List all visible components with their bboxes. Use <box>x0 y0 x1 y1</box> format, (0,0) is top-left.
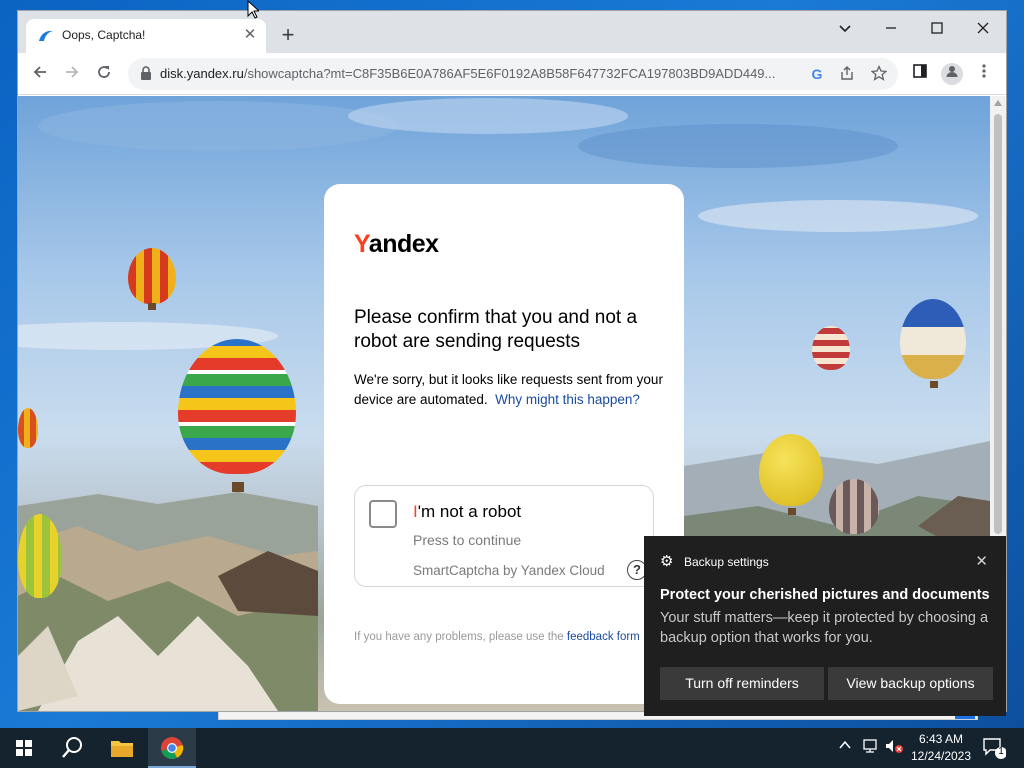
toast-close-icon[interactable]: ✕ <box>975 552 988 570</box>
feedback-text: If you have any problems, please use the <box>354 631 564 643</box>
tab-strip: Oops, Captcha! ✕ + <box>18 11 1006 53</box>
notification-count: 1 <box>998 746 1004 757</box>
side-panel-icon[interactable] <box>909 63 931 85</box>
url-host: disk.yandex.ru <box>160 66 244 81</box>
forward-icon[interactable] <box>60 62 84 86</box>
tab-title: Oops, Captcha! <box>62 28 146 42</box>
balloon-basket <box>788 508 796 515</box>
network-icon[interactable] <box>862 738 880 757</box>
share-icon[interactable] <box>838 65 856 83</box>
backup-notification-toast: ⚙ Backup settings ✕ Protect your cherish… <box>644 536 1006 716</box>
volume-muted-icon[interactable] <box>884 738 904 757</box>
hot-air-balloon <box>759 434 823 506</box>
profile-icon[interactable] <box>941 63 963 85</box>
hot-air-balloon <box>812 326 850 370</box>
yandex-disk-favicon-icon <box>39 30 53 41</box>
balloon-basket <box>232 482 244 492</box>
star-icon[interactable] <box>870 64 888 83</box>
search-icon[interactable] <box>48 728 96 768</box>
feedback-note: If you have any problems, please use the… <box>354 628 644 646</box>
close-window-button[interactable] <box>963 17 1003 43</box>
google-icon[interactable]: G <box>808 65 826 83</box>
smartcaptcha-credit: SmartCaptcha by Yandex Cloud <box>413 563 605 578</box>
taskbar-clock[interactable]: 6:43 AM 12/24/2023 <box>906 731 976 765</box>
tab-close-icon[interactable]: ✕ <box>240 25 260 45</box>
not-a-robot-checkbox[interactable] <box>369 500 397 528</box>
clock-date: 12/24/2023 <box>910 749 972 763</box>
view-backup-options-button[interactable]: View backup options <box>828 667 993 700</box>
browser-toolbar: disk.yandex.ru/showcaptcha?mt=C8F35B6E0A… <box>18 53 1006 95</box>
maximize-button[interactable] <box>917 17 957 43</box>
tab-search-chevron-icon[interactable] <box>825 17 865 43</box>
captcha-heading: Please confirm that you and not a robot … <box>354 307 638 352</box>
menu-icon[interactable] <box>973 63 995 85</box>
url-path: /showcaptcha?mt=C8F35B6E0A786AF5E6F0192A… <box>243 66 776 81</box>
toast-app-name: Backup settings <box>684 555 769 569</box>
hot-air-balloon <box>178 339 296 474</box>
hot-air-balloon <box>128 248 176 304</box>
captcha-description: We're sorry, but it looks like requests … <box>354 370 664 410</box>
lock-icon[interactable] <box>140 66 152 80</box>
captcha-card: Yandex Please confirm that you and not a… <box>324 184 684 704</box>
press-to-continue-text: Press to continue <box>413 532 522 548</box>
hot-air-balloon <box>829 479 879 534</box>
yandex-logo: Yandex <box>354 230 439 258</box>
scroll-up-arrow-icon[interactable] <box>994 100 1002 106</box>
url-text[interactable]: disk.yandex.ru/showcaptcha?mt=C8F35B6E0A… <box>160 66 800 81</box>
toast-title: Protect your cherished pictures and docu… <box>660 587 990 603</box>
not-a-robot-label[interactable]: I'm not a robot <box>413 502 521 522</box>
hot-air-balloon <box>18 514 62 598</box>
feedback-form-link[interactable]: feedback form <box>567 631 640 643</box>
taskbar: 6:43 AM 12/24/2023 1 <box>0 728 1024 768</box>
smartcaptcha-widget[interactable]: I'm not a robot Press to continue SmartC… <box>354 485 654 587</box>
clock-time: 6:43 AM <box>918 732 964 746</box>
tab-oops-captcha[interactable]: Oops, Captcha! ✕ <box>26 19 266 53</box>
hot-air-balloon <box>900 299 966 379</box>
start-button[interactable] <box>0 728 48 768</box>
new-tab-button[interactable]: + <box>276 23 300 47</box>
balloon-basket <box>930 381 938 388</box>
windows-logo-icon <box>16 740 32 756</box>
chrome-taskbar-icon[interactable] <box>148 728 196 768</box>
file-explorer-icon[interactable] <box>98 728 146 768</box>
balloon-basket <box>148 303 156 310</box>
toast-body: Your stuff matters—keep it protected by … <box>660 610 989 646</box>
turn-off-reminders-button[interactable]: Turn off reminders <box>660 667 824 700</box>
why-might-this-happen-link[interactable]: Why might this happen? <box>495 392 640 407</box>
scrollbar-thumb[interactable] <box>994 114 1002 534</box>
address-bar[interactable]: disk.yandex.ru/showcaptcha?mt=C8F35B6E0A… <box>128 58 898 90</box>
back-icon[interactable] <box>28 62 52 86</box>
hot-air-balloon <box>18 408 38 448</box>
minimize-button[interactable] <box>871 17 911 43</box>
reload-icon[interactable] <box>92 62 116 86</box>
mouse-cursor-icon <box>247 0 259 19</box>
action-center-icon[interactable]: 1 <box>982 736 1007 763</box>
show-hidden-icons-chevron-icon[interactable] <box>838 738 852 755</box>
gear-icon: ⚙ <box>660 553 674 570</box>
